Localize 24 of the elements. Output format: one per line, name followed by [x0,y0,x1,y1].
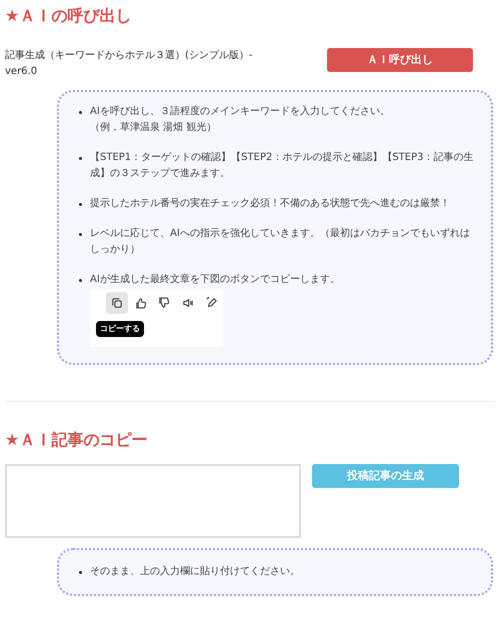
bullet-icon [79,233,82,236]
ai-call-button[interactable]: ＡＩ呼び出し [327,48,473,72]
note-text: AIを呼び出し、３語程度のメインキーワードを入力してください。 （例，草津温泉 湯畑 観光） [90,104,390,135]
thumbs-up-icon [134,296,148,310]
bullet-icon [79,203,82,206]
note-text: レベルに応じて、AIへの指示を強化していきます。（最初はバカチョンでもいずれはしっかり） [90,226,471,257]
section-heading: ★ＡＩの呼び出し [5,5,132,27]
thumbs-down-icon [157,296,172,310]
bullet-icon [79,157,82,160]
tooltip: コピーする [96,321,144,337]
description-text: 記事生成（キーワードからホテル３選）(シンプル版）-ver6.0 [5,48,254,79]
bullet-icon [79,571,82,574]
pen-icon [205,296,220,310]
bullet-icon [79,111,82,114]
toolbar-button[interactable] [106,292,128,314]
section-heading: ★ＡＩ記事のコピー [5,429,148,451]
generate-button[interactable]: 投稿記事の生成 [312,464,459,488]
note-text: そのまま、上の入力欄に貼り付けてください。 [90,564,300,579]
copy-icon [110,296,124,310]
bullet-icon [79,279,82,282]
speaker-icon [181,296,196,310]
note-text: 【STEP1：ターゲットの確認】【STEP2：ホテルの提示と確認】【STEP3：記事の生成】の３ステップで進みます。 [90,150,475,181]
note-text: 提示したホテル番号の実在チェック必須！不備のある状態で先へ進むのは厳禁！ [90,196,450,211]
note-text: AIが生成した最終文章を下図のボタンでコピーします。 [90,272,340,287]
